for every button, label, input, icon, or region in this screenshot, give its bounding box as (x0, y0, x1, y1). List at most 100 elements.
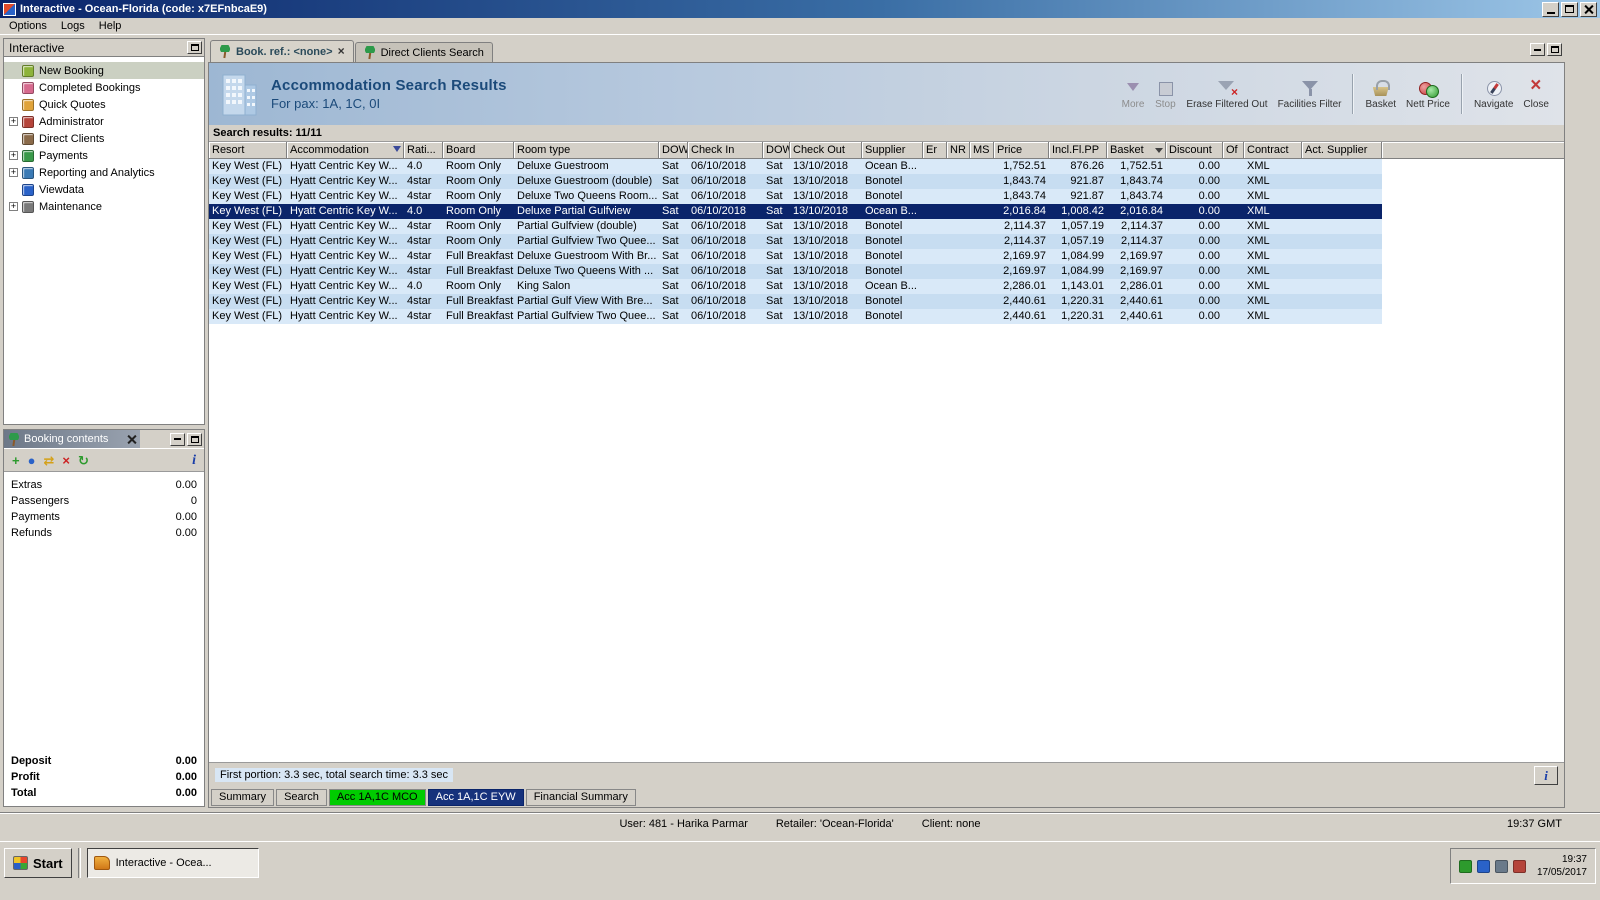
menu-help[interactable]: Help (92, 18, 129, 34)
cell-price: 2,016.84 (1003, 205, 1046, 217)
mdi-restore-button[interactable] (1547, 43, 1562, 56)
maximize-panel-button[interactable] (187, 432, 202, 446)
table-row[interactable]: Key West (FL) Hyatt Centric Key W... 4.0 Ro… (209, 204, 1382, 219)
close-panel-icon[interactable] (127, 435, 136, 444)
booking-row-value: 0.00 (175, 527, 197, 539)
table-row[interactable]: Key West (FL) Hyatt Centric Key W... 4.0 Ro… (209, 159, 1382, 174)
more-button[interactable]: More (1117, 76, 1150, 112)
bottom-tab-summary[interactable]: Summary (211, 788, 275, 806)
column-header-dow[interactable]: DOW (763, 142, 790, 159)
column-header-check-in[interactable]: Check In (688, 142, 763, 159)
tab-direct-clients-search[interactable]: Direct Clients Search (354, 42, 493, 62)
cell-check-out: 13/10/2018 (793, 235, 849, 247)
display-icon[interactable] (1494, 859, 1508, 873)
column-header-dow[interactable]: DOW (659, 142, 688, 159)
table-row[interactable]: Key West (FL) Hyatt Centric Key W... 4star… (209, 294, 1382, 309)
basket-button[interactable]: Basket (1360, 76, 1401, 112)
column-header-ms[interactable]: MS (970, 142, 994, 159)
cell-dow: Sat (766, 250, 783, 262)
world-icon[interactable]: ● (28, 454, 36, 467)
add-icon[interactable]: + (12, 454, 20, 467)
booking-totals: Deposit 0.00 Profit 0.00 Total 0.00 (11, 753, 197, 801)
bottom-tab-search[interactable]: Search (276, 788, 327, 806)
audio-icon[interactable] (1512, 859, 1526, 873)
transfer-icon[interactable]: ⇄ (43, 454, 54, 467)
erase-filtered-button[interactable]: Erase Filtered Out (1181, 76, 1272, 112)
table-row[interactable]: Key West (FL) Hyatt Centric Key W... 4star… (209, 249, 1382, 264)
minimize-button[interactable] (1542, 1, 1559, 17)
cell-dow: Sat (766, 280, 783, 292)
column-header-contract[interactable]: Contract (1244, 142, 1302, 159)
column-header-accommodation[interactable]: Accommodation (287, 142, 404, 159)
column-header-price[interactable]: Price (994, 142, 1049, 159)
mdi-minimize-button[interactable] (1530, 43, 1545, 56)
expand-icon[interactable]: + (9, 202, 18, 211)
message-icon[interactable] (1476, 859, 1490, 873)
expand-icon[interactable]: + (9, 168, 18, 177)
cell-dow: Sat (766, 310, 783, 322)
minimize-panel-button[interactable] (170, 432, 185, 446)
column-header-basket[interactable]: Basket (1107, 142, 1166, 159)
sidebar-item-payments[interactable]: + Payments (4, 147, 204, 164)
facilities-filter-button[interactable]: Facilities Filter (1273, 76, 1347, 112)
column-header-resort[interactable]: Resort (209, 142, 287, 159)
close-button[interactable] (1580, 1, 1597, 17)
close-button[interactable]: Close (1518, 75, 1554, 112)
menu-options[interactable]: Options (2, 18, 54, 34)
column-header-nr[interactable]: NR (947, 142, 970, 159)
cell-of (1223, 294, 1244, 309)
cell-check-in: 06/10/2018 (691, 205, 747, 217)
collapse-panel-button[interactable] (187, 41, 202, 54)
tab-book-ref-none[interactable]: Book. ref.: <none> (210, 40, 354, 62)
sidebar-item-maintenance[interactable]: + Maintenance (4, 198, 204, 215)
table-row[interactable]: Key West (FL) Hyatt Centric Key W... 4star… (209, 189, 1382, 204)
sidebar-item-direct-clients[interactable]: Direct Clients (4, 130, 204, 147)
bottom-tab-acc-1a-1c-eyw[interactable]: Acc 1A,1C EYW (427, 788, 524, 806)
maximize-button[interactable] (1561, 1, 1578, 17)
close-tab-icon[interactable] (338, 46, 345, 58)
sidebar-item-completed-bookings[interactable]: Completed Bookings (4, 79, 204, 96)
expand-icon[interactable]: + (9, 117, 18, 126)
table-row[interactable]: Key West (FL) Hyatt Centric Key W... 4star… (209, 174, 1382, 189)
filter-icon[interactable] (393, 146, 401, 152)
navigate-button[interactable]: Navigate (1469, 76, 1518, 112)
table-row[interactable]: Key West (FL) Hyatt Centric Key W... 4.0 Ro… (209, 279, 1382, 294)
column-header-act-supplier[interactable]: Act. Supplier (1302, 142, 1382, 159)
delete-icon[interactable]: × (62, 454, 70, 467)
expand-icon[interactable]: + (9, 151, 18, 160)
sidebar-item-quick-quotes[interactable]: Quick Quotes (4, 96, 204, 113)
network-icon[interactable] (1458, 859, 1472, 873)
column-label: Contract (1247, 144, 1289, 156)
table-row[interactable]: Key West (FL) Hyatt Centric Key W... 4star… (209, 234, 1382, 249)
column-header-er[interactable]: Er (923, 142, 947, 159)
table-row[interactable]: Key West (FL) Hyatt Centric Key W... 4star… (209, 309, 1382, 324)
cell-of (1223, 159, 1244, 174)
table-row[interactable]: Key West (FL) Hyatt Centric Key W... 4star… (209, 264, 1382, 279)
sidebar-item-viewdata[interactable]: Viewdata (4, 181, 204, 198)
sidebar-item-administrator[interactable]: + Administrator (4, 113, 204, 130)
sidebar-item-reporting-and-analytics[interactable]: + Reporting and Analytics (4, 164, 204, 181)
refresh-icon[interactable]: ↻ (78, 454, 89, 467)
sidebar-item-new-booking[interactable]: New Booking (4, 62, 204, 79)
info-button[interactable]: i (1534, 765, 1558, 785)
start-button[interactable]: Start (4, 848, 72, 878)
column-header-rati[interactable]: Rati... (404, 142, 443, 159)
menu-logs[interactable]: Logs (54, 18, 92, 34)
nett-price-button[interactable]: Nett Price (1401, 76, 1455, 112)
cell-of (1223, 264, 1244, 279)
column-label: DOW (766, 144, 789, 156)
bottom-tab-financial-summary[interactable]: Financial Summary (525, 788, 636, 806)
column-header-board[interactable]: Board (443, 142, 514, 159)
stop-button[interactable]: Stop (1149, 76, 1181, 112)
taskbar-task-button[interactable]: Interactive - Ocea... (86, 848, 259, 878)
column-header-discount[interactable]: Discount (1166, 142, 1223, 159)
column-header-supplier[interactable]: Supplier (862, 142, 923, 159)
more-icon (1122, 78, 1144, 98)
column-header-incl-fl-pp[interactable]: Incl.Fl.PP (1049, 142, 1107, 159)
column-header-check-out[interactable]: Check Out (790, 142, 862, 159)
column-header-of[interactable]: Of (1223, 142, 1244, 159)
info-icon[interactable]: i (192, 453, 196, 467)
column-header-room-type[interactable]: Room type (514, 142, 659, 159)
table-row[interactable]: Key West (FL) Hyatt Centric Key W... 4star… (209, 219, 1382, 234)
bottom-tab-acc-1a-1c-mco[interactable]: Acc 1A,1C MCO (328, 788, 426, 806)
